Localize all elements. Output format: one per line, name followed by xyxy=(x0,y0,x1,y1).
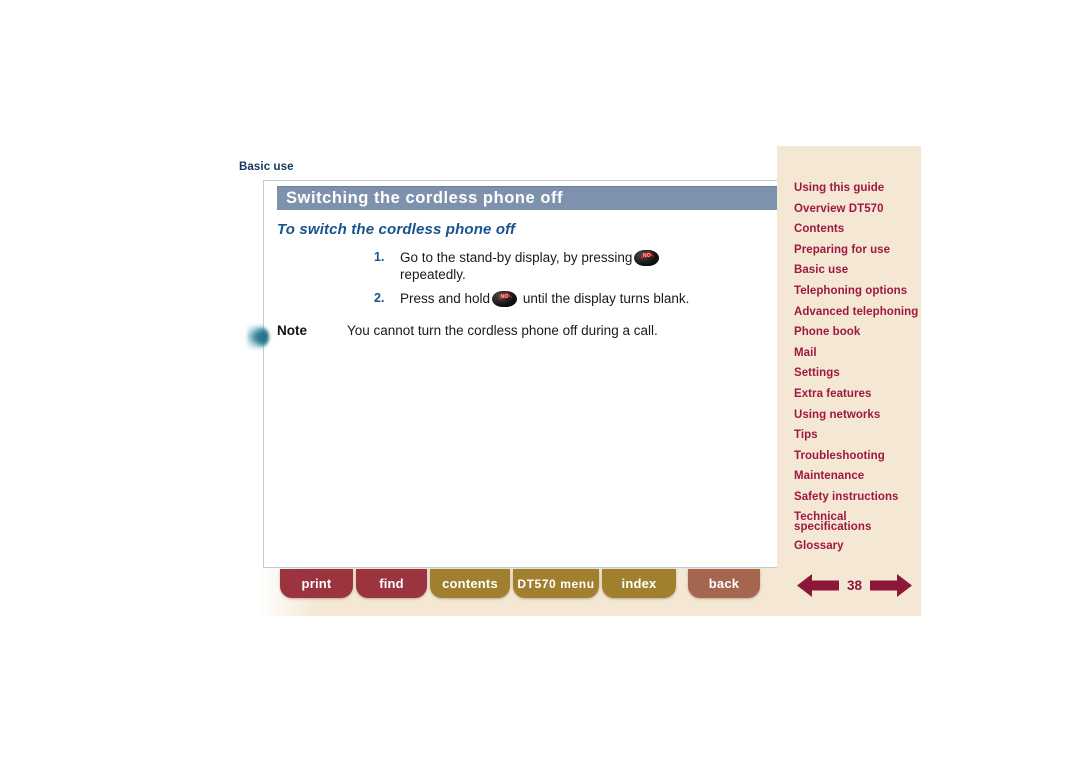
sidebar-item-safety-instructions[interactable]: Safety instructions xyxy=(777,491,921,504)
bottom-toolbar: print find contents DT570 menu index bac… xyxy=(258,569,778,601)
step-text: Go to the stand-by display, by pressing N… xyxy=(400,249,661,283)
sidebar-item-mail[interactable]: Mail xyxy=(777,347,921,360)
sidebar-item-telephoning-options[interactable]: Telephoning options xyxy=(777,285,921,298)
index-button[interactable]: index xyxy=(602,569,676,598)
sidebar-item-maintenance[interactable]: Maintenance xyxy=(777,470,921,483)
sidebar-item-using-this-guide[interactable]: Using this guide xyxy=(777,182,921,195)
contents-button[interactable]: contents xyxy=(430,569,510,598)
sidebar-item-technical-specifications[interactable]: Technical specifications xyxy=(777,511,921,533)
breadcrumb: Basic use xyxy=(239,161,294,173)
list-item: 2. Press and hold NO until the display tu… xyxy=(374,290,774,307)
content-top-spacer xyxy=(258,146,778,181)
arrow-right-icon[interactable] xyxy=(870,573,912,598)
step-text-after: repeatedly. xyxy=(400,267,466,282)
sidebar-item-preparing-for-use[interactable]: Preparing for use xyxy=(777,244,921,257)
sidebar-item-advanced-telephoning[interactable]: Advanced telephoning xyxy=(777,306,921,319)
step-text-after: until the display turns blank. xyxy=(522,291,690,306)
document-page: Basic use Switching the cordless phone o… xyxy=(0,0,1080,763)
sidebar-item-troubleshooting[interactable]: Troubleshooting xyxy=(777,450,921,463)
page-title: Switching the cordless phone off xyxy=(286,188,564,207)
section-title-bar: Switching the cordless phone off xyxy=(277,186,778,210)
sidebar-item-using-networks[interactable]: Using networks xyxy=(777,409,921,422)
sidebar-item-overview-dt570[interactable]: Overview DT570 xyxy=(777,203,921,216)
list-item: 1. Go to the stand-by display, by pressi… xyxy=(374,249,774,283)
sidebar-navigation: Using this guide Overview DT570 Contents… xyxy=(777,146,921,616)
key-label: NO xyxy=(642,253,651,259)
pager: 38 xyxy=(797,571,912,599)
sidebar-item-phone-book[interactable]: Phone book xyxy=(777,326,921,339)
dt570-menu-button[interactable]: DT570 menu xyxy=(513,569,599,598)
print-button[interactable]: print xyxy=(280,569,353,598)
step-number: 2. xyxy=(374,291,385,305)
end-call-key-icon: NO xyxy=(634,250,660,266)
content-card xyxy=(263,180,778,568)
sidebar-item-settings[interactable]: Settings xyxy=(777,367,921,380)
instruction-steps: 1. Go to the stand-by display, by pressi… xyxy=(374,249,774,314)
note-text: You cannot turn the cordless phone off d… xyxy=(347,323,658,338)
sidebar-item-glossary[interactable]: Glossary xyxy=(777,540,921,553)
find-button[interactable]: find xyxy=(356,569,427,598)
step-text: Press and hold NO until the display turns… xyxy=(400,290,689,307)
end-call-key-icon: NO xyxy=(492,291,518,307)
note-block: Note You cannot turn the cordless phone … xyxy=(277,323,658,338)
page-number: 38 xyxy=(846,577,863,593)
back-button[interactable]: back xyxy=(688,569,760,598)
sidebar-item-extra-features[interactable]: Extra features xyxy=(777,388,921,401)
step-number: 1. xyxy=(374,250,385,264)
section-subtitle: To switch the cordless phone off xyxy=(277,221,516,238)
step-text-before: Go to the stand-by display, by pressing xyxy=(400,250,633,265)
sidebar-item-basic-use[interactable]: Basic use xyxy=(777,264,921,277)
step-text-before: Press and hold xyxy=(400,291,491,306)
arrow-left-icon[interactable] xyxy=(797,573,839,598)
key-label: NO xyxy=(500,294,509,300)
note-label: Note xyxy=(277,323,307,338)
sidebar-item-contents[interactable]: Contents xyxy=(777,223,921,236)
sidebar-item-tips[interactable]: Tips xyxy=(777,429,921,442)
